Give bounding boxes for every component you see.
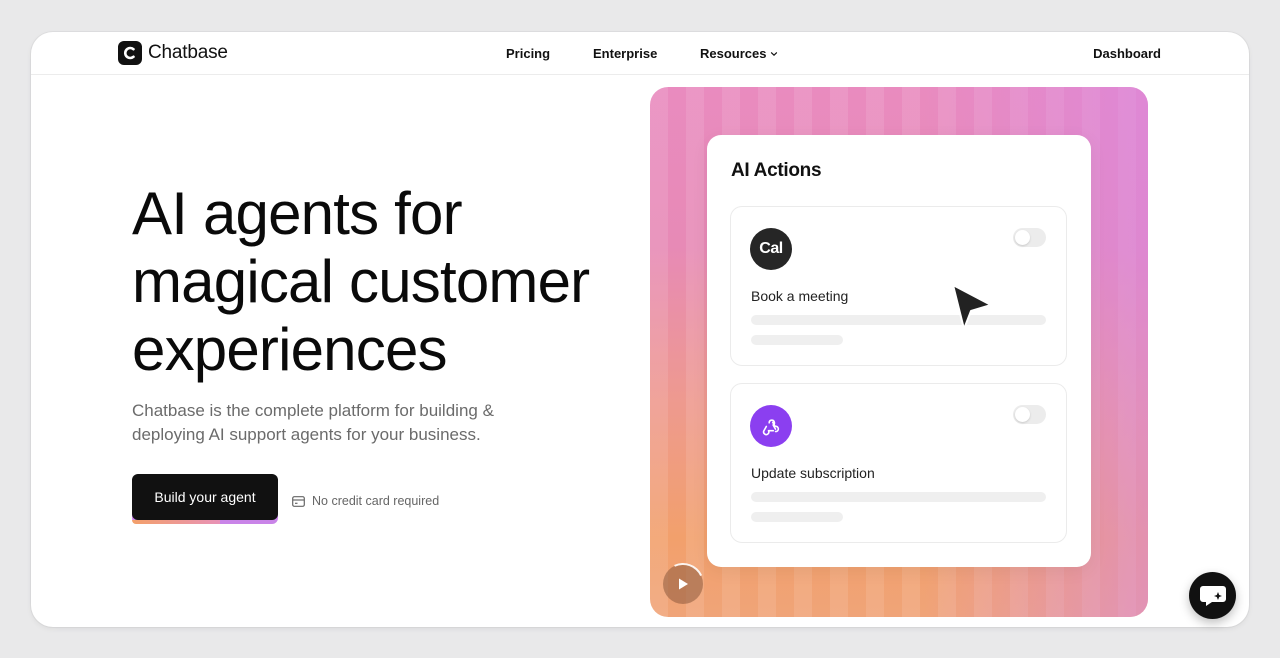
credit-card-icon (292, 495, 305, 507)
mouse-pointer-icon (952, 284, 992, 330)
action-toggle[interactable] (1013, 405, 1046, 424)
webhook-icon (750, 405, 792, 447)
brand-name: Chatbase (148, 42, 228, 63)
hero-subtitle-line: deploying AI support agents for your bus… (132, 425, 481, 444)
play-icon (679, 578, 688, 590)
no-credit-card-note: No credit card required (292, 494, 439, 508)
panel-title: AI Actions (731, 160, 822, 181)
action-toggle[interactable] (1013, 228, 1046, 247)
cta-wrapper: Build your agent (132, 474, 278, 524)
action-label: Update subscription (751, 465, 875, 481)
cal-logo-icon: Cal (750, 228, 792, 270)
nav-resources-dropdown[interactable]: Resources (700, 46, 778, 61)
nav-pricing-link[interactable]: Pricing (506, 46, 550, 61)
chat-widget-button[interactable] (1189, 572, 1236, 619)
action-card-book-meeting[interactable]: Cal Book a meeting (730, 206, 1067, 366)
chatbase-logo-icon (118, 41, 142, 65)
toggle-knob (1015, 407, 1030, 422)
hero-title-line: magical customer (132, 248, 590, 315)
placeholder-bar (751, 315, 1046, 325)
placeholder-bar (751, 335, 843, 345)
nav-resources-label: Resources (700, 46, 767, 61)
brand-logo[interactable]: Chatbase (118, 41, 228, 65)
hero-subtitle-line: Chatbase is the complete platform for bu… (132, 401, 494, 420)
top-nav: Chatbase Pricing Enterprise Resources Da… (31, 32, 1249, 75)
action-card-update-subscription[interactable]: Update subscription (730, 383, 1067, 543)
hero-title-line: experiences (132, 316, 448, 383)
chat-sparkle-icon (1199, 585, 1226, 606)
chevron-down-icon (771, 51, 778, 56)
hero-title-line: AI agents for (132, 180, 463, 247)
toggle-knob (1015, 230, 1030, 245)
hero-subtitle: Chatbase is the complete platform for bu… (132, 399, 552, 447)
nav-enterprise-link[interactable]: Enterprise (593, 46, 657, 61)
no-credit-card-text: No credit card required (312, 494, 440, 508)
placeholder-bar (751, 512, 843, 522)
ai-actions-panel: AI Actions Cal Book a meeting Update sub… (707, 135, 1091, 567)
placeholder-bar (751, 492, 1046, 502)
play-button[interactable] (663, 564, 703, 604)
action-label: Book a meeting (751, 288, 849, 304)
browser-window: Chatbase Pricing Enterprise Resources Da… (31, 32, 1249, 627)
dashboard-link[interactable]: Dashboard (1093, 46, 1161, 61)
build-agent-button[interactable]: Build your agent (132, 474, 278, 524)
hero-visual: AI Actions Cal Book a meeting Update sub… (650, 87, 1148, 617)
hero-title: AI agents for magical customer experienc… (132, 180, 652, 384)
